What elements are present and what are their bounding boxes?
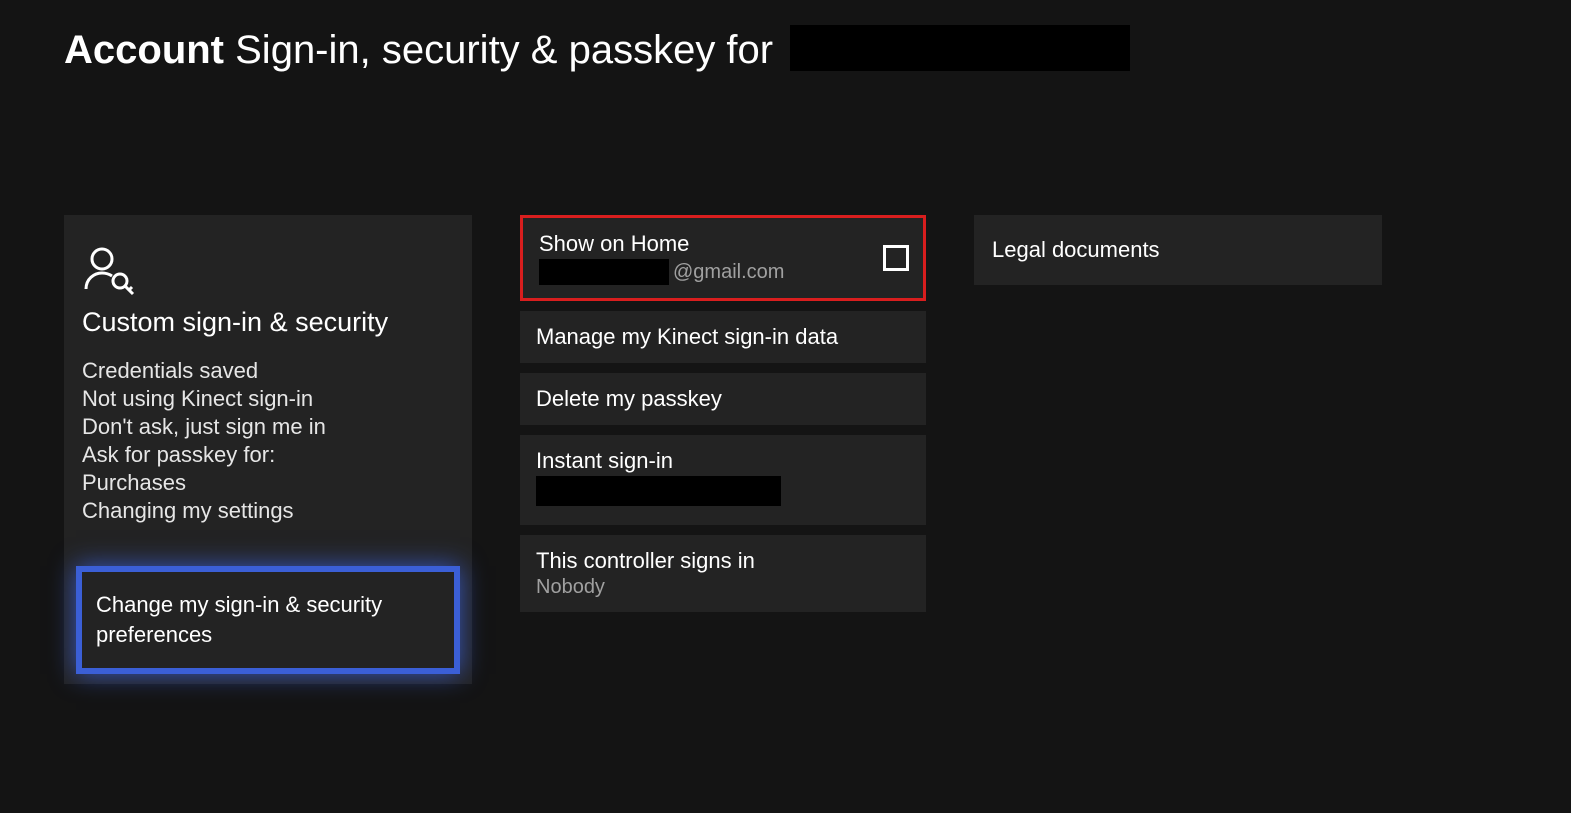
options-column: Show on Home @gmail.com Manage my Kinect… — [520, 215, 926, 612]
status-line: Don't ask, just sign me in — [82, 414, 454, 440]
status-line: Purchases — [82, 470, 454, 496]
legal-documents-tile[interactable]: Legal documents — [974, 215, 1382, 285]
status-line: Changing my settings — [82, 498, 454, 524]
show-on-home-email: @gmail.com — [539, 259, 869, 285]
change-signin-preferences-button[interactable]: Change my sign-in & security preferences — [76, 566, 460, 673]
signin-security-status-lines: Credentials saved Not using Kinect sign-… — [82, 356, 454, 526]
instant-signin-value-redacted — [536, 476, 781, 506]
show-on-home-title: Show on Home — [539, 231, 869, 257]
status-line: Ask for passkey for: — [82, 442, 454, 468]
show-on-home-tile[interactable]: Show on Home @gmail.com — [520, 215, 926, 301]
controller-signs-in-title: This controller signs in — [536, 548, 910, 574]
signin-security-title: Custom sign-in & security — [82, 307, 454, 338]
manage-kinect-tile[interactable]: Manage my Kinect sign-in data — [520, 311, 926, 363]
legal-documents-label: Legal documents — [992, 237, 1364, 263]
controller-signs-in-value: Nobody — [536, 576, 910, 599]
page-title-rest: Sign-in, security & passkey for — [235, 28, 773, 72]
instant-signin-title: Instant sign-in — [536, 448, 910, 474]
delete-passkey-tile[interactable]: Delete my passkey — [520, 373, 926, 425]
instant-signin-tile[interactable]: Instant sign-in — [520, 435, 926, 525]
right-column: Legal documents — [974, 215, 1382, 285]
page-title: Account Sign-in, security & passkey for — [0, 0, 1571, 75]
manage-kinect-label: Manage my Kinect sign-in data — [536, 324, 910, 350]
gamertag-redacted — [790, 25, 1130, 71]
user-key-icon — [82, 237, 454, 307]
page-title-bold: Account — [64, 28, 224, 72]
status-line: Not using Kinect sign-in — [82, 386, 454, 412]
controller-signs-in-tile[interactable]: This controller signs in Nobody — [520, 535, 926, 612]
delete-passkey-label: Delete my passkey — [536, 386, 910, 412]
status-line: Credentials saved — [82, 358, 454, 384]
show-on-home-checkbox[interactable] — [883, 245, 909, 271]
email-redacted — [539, 259, 669, 285]
email-suffix: @gmail.com — [673, 261, 784, 284]
signin-security-card: Custom sign-in & security Credentials sa… — [64, 215, 472, 683]
